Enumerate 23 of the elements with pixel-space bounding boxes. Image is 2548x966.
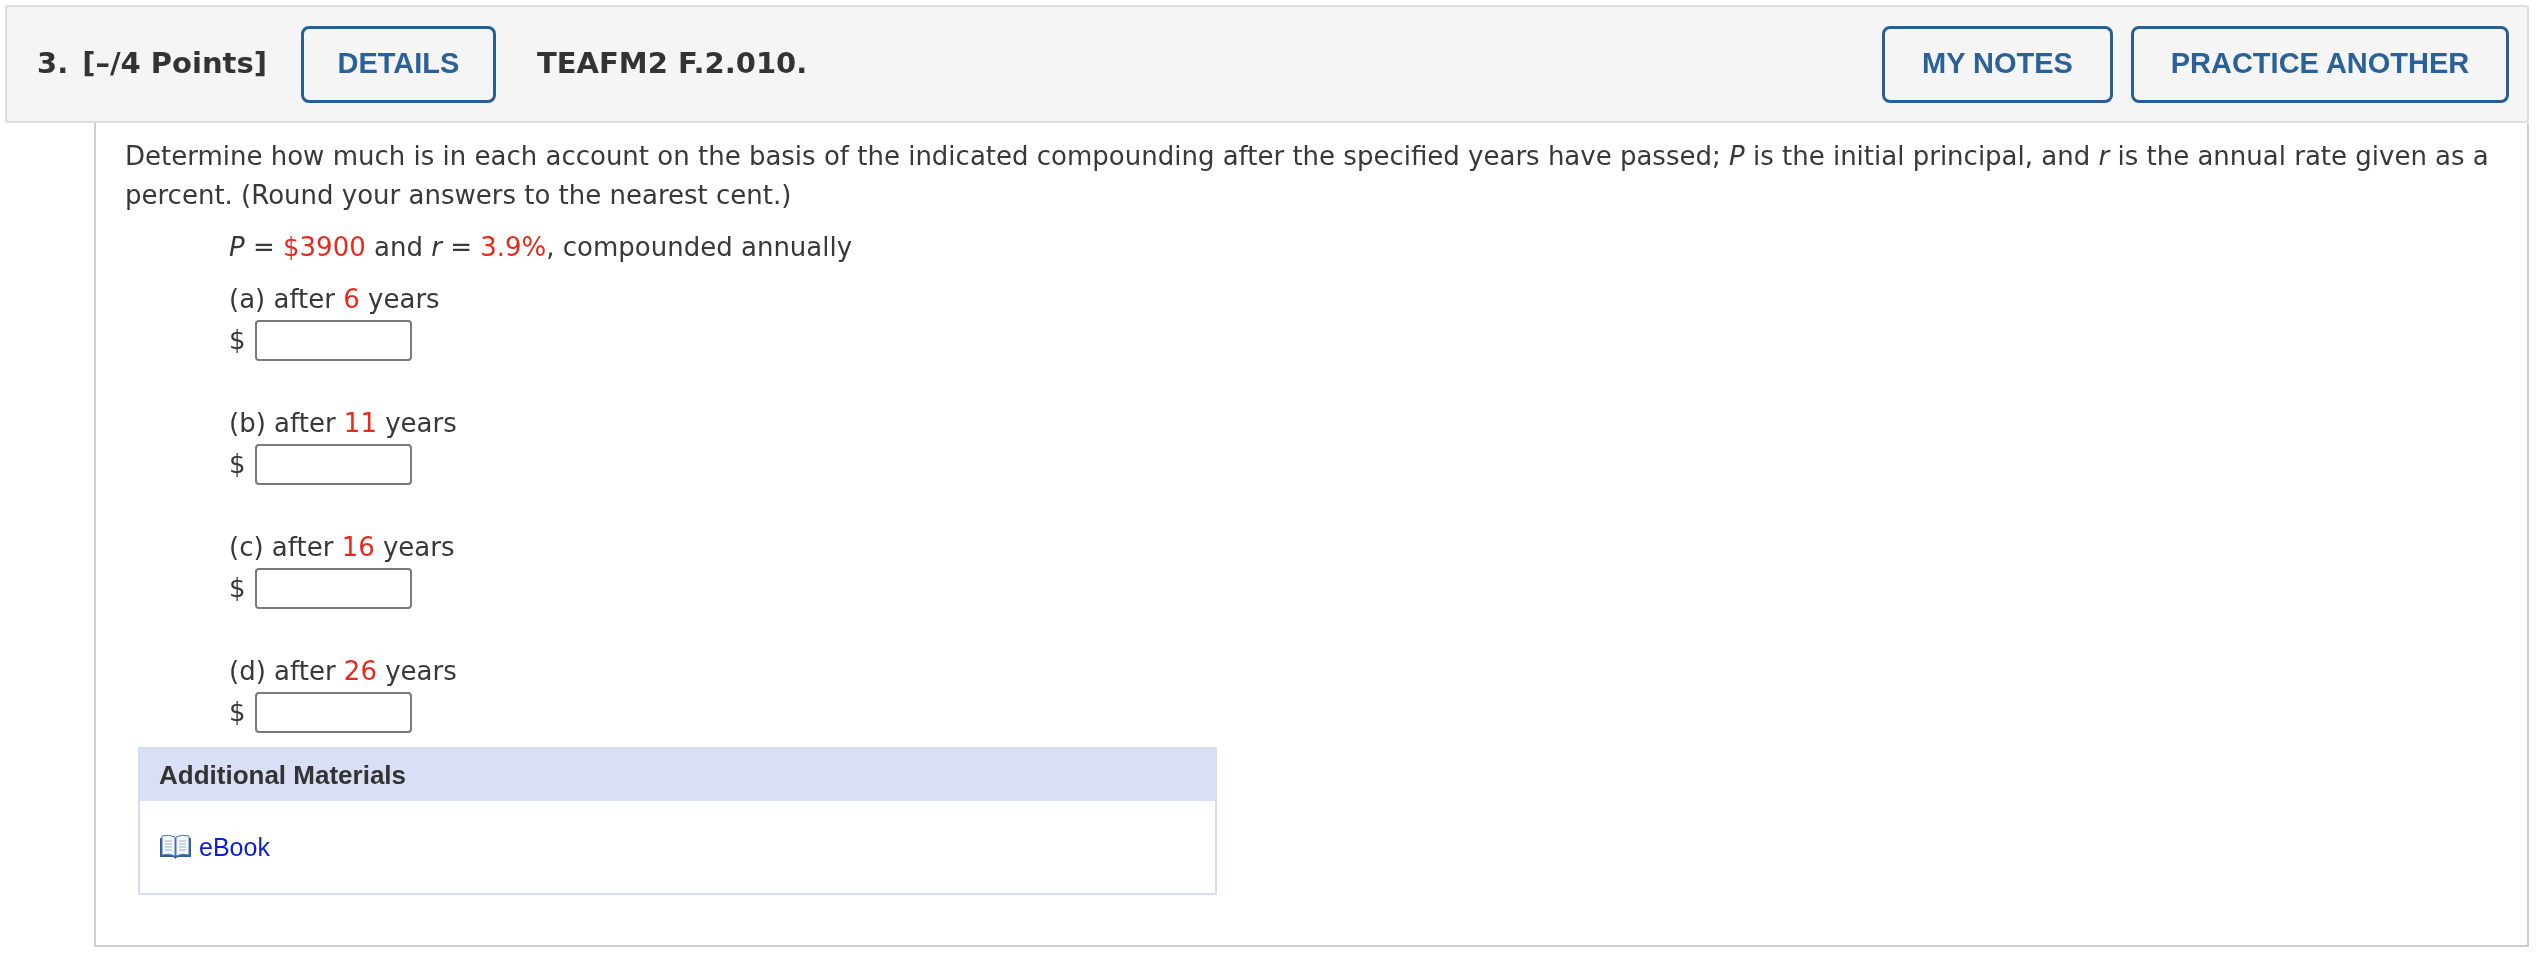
dollar-sign: $ xyxy=(229,572,246,605)
part-label: (b) after 11 years xyxy=(229,407,457,440)
part-label: (d) after 26 years xyxy=(229,655,457,688)
answer-field[interactable] xyxy=(255,692,412,733)
my-notes-button[interactable]: MY NOTES xyxy=(1882,25,2113,103)
question-number: 3. xyxy=(37,45,69,83)
dollar-sign: $ xyxy=(229,448,246,481)
practice-another-button[interactable]: PRACTICE ANOTHER xyxy=(2131,25,2509,103)
materials-heading: Additional Materials xyxy=(140,749,1215,801)
part-label: (a) after 6 years xyxy=(229,283,440,316)
dollar-sign: $ xyxy=(229,696,246,729)
answer-field[interactable] xyxy=(255,444,412,485)
dollar-sign: $ xyxy=(229,324,246,357)
part-label: (c) after 16 years xyxy=(229,531,455,564)
book-icon xyxy=(159,833,192,861)
answer-field[interactable] xyxy=(255,320,412,361)
points-label: [–/4 Points] xyxy=(82,45,267,83)
ebook-link[interactable]: eBook xyxy=(159,832,270,862)
question-code: TEAFM2 F.2.010. xyxy=(536,45,808,83)
details-button[interactable]: DETAILS xyxy=(300,25,496,103)
answer-field[interactable] xyxy=(255,568,412,609)
prompt-text: Determine how much is in each account on the basis of the indicated compounding after the specified years have passed; P is the initial principal, and r is the annual rate given as a percent. (Round your answers to the nearest cent.) xyxy=(125,140,2490,212)
given-values-text: P = $3900 and r = 3.9%, compounded annually xyxy=(229,231,853,264)
